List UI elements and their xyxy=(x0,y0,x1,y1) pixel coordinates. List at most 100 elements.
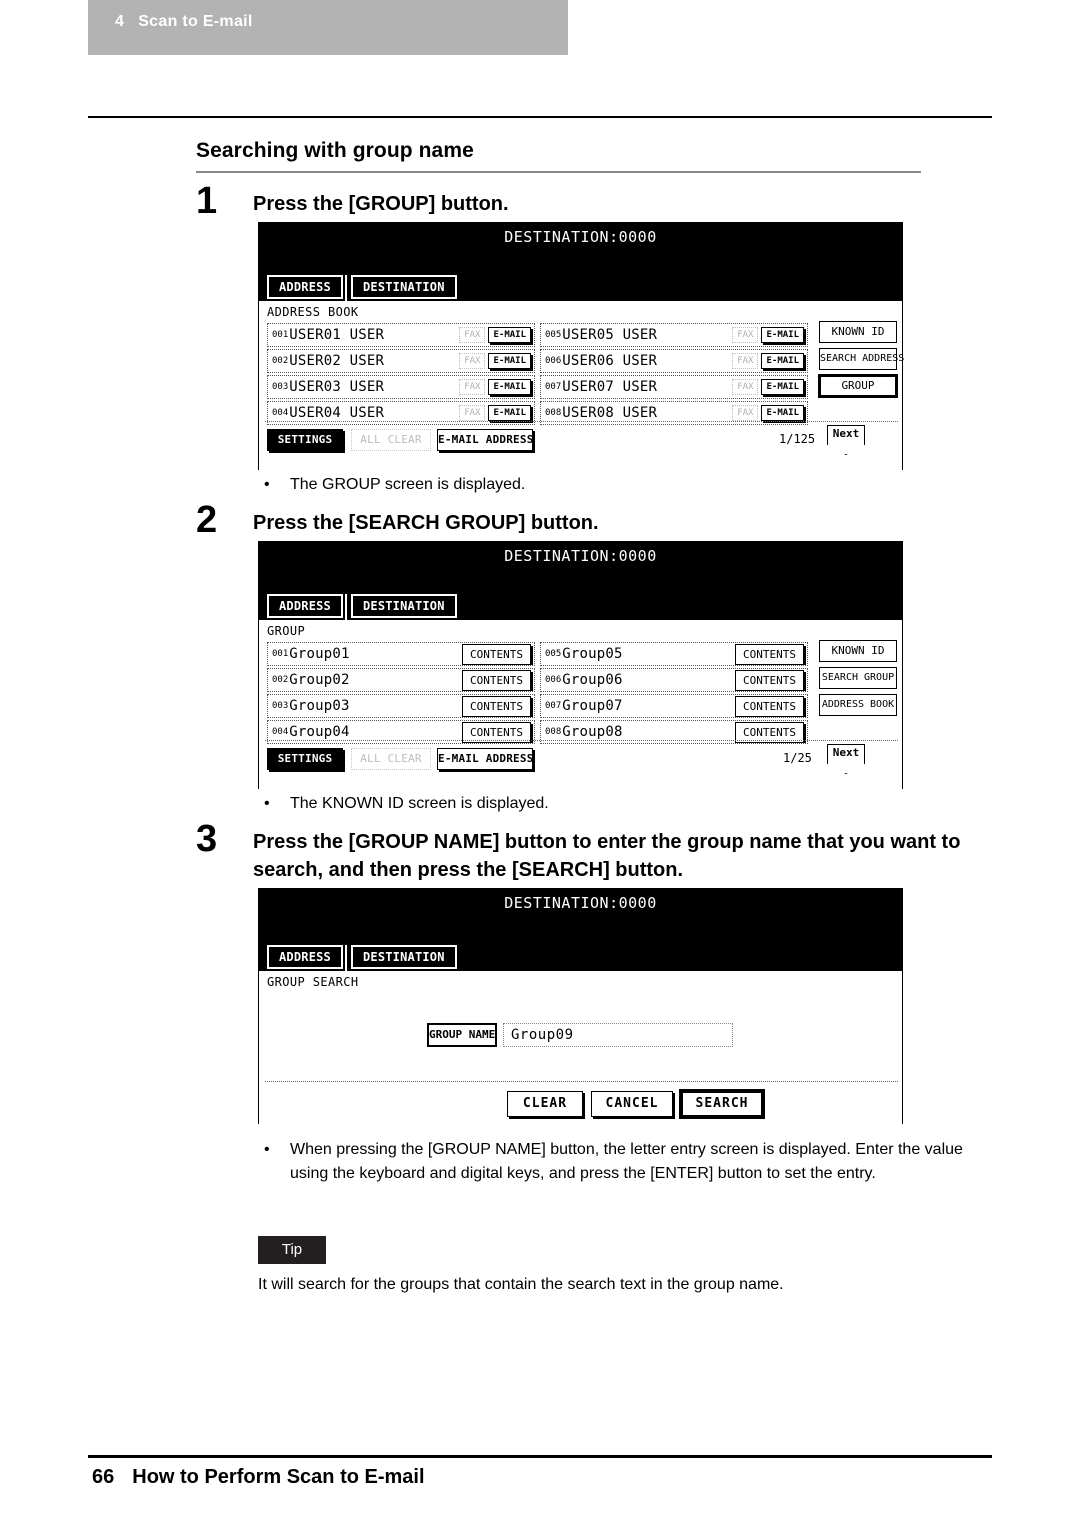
fax-button[interactable]: FAX xyxy=(459,379,486,395)
all-clear-button[interactable]: ALL CLEAR xyxy=(351,429,431,451)
email-button[interactable]: E-MAIL xyxy=(761,327,804,343)
entry-index: 002 xyxy=(272,356,289,366)
tip-text: It will search for the groups that conta… xyxy=(258,1276,784,1293)
next-button[interactable]: Next xyxy=(827,744,865,774)
email-address-button[interactable]: E-MAIL ADDRESS xyxy=(437,748,533,770)
chapter-title: Scan to E-mail xyxy=(138,13,253,30)
note-after-step-3-text: When pressing the [GROUP NAME] button, t… xyxy=(290,1141,963,1182)
table-row[interactable]: 007 Group07 CONTENTS xyxy=(540,694,808,718)
lcd3-destination-label: DESTINATION:0000 xyxy=(504,894,657,912)
contents-button[interactable]: CONTENTS xyxy=(462,643,531,665)
section-title: Searching with group name xyxy=(196,139,474,162)
email-button[interactable]: E-MAIL xyxy=(488,405,531,421)
all-clear-button[interactable]: ALL CLEAR xyxy=(351,748,431,770)
lcd2-body: GROUP 001 Group01 CONTENTS 002 Group02 C… xyxy=(259,620,902,790)
fax-button[interactable]: FAX xyxy=(459,327,486,343)
lcd1-destination-label: DESTINATION:0000 xyxy=(504,228,657,246)
entry-index: 001 xyxy=(272,330,289,340)
known-id-button[interactable]: KNOWN ID xyxy=(819,640,897,662)
table-row[interactable]: 001 Group01 CONTENTS xyxy=(267,642,535,666)
known-id-button[interactable]: KNOWN ID xyxy=(819,321,897,343)
fax-button[interactable]: FAX xyxy=(732,353,759,369)
note-after-step-1: • The GROUP screen is displayed. xyxy=(264,473,984,497)
header-divider xyxy=(88,116,992,118)
footer-divider xyxy=(88,1455,992,1458)
fax-button[interactable]: FAX xyxy=(732,327,759,343)
contents-button[interactable]: CONTENTS xyxy=(735,695,804,717)
table-row[interactable]: 002 USER02 USER FAX E-MAIL xyxy=(267,349,535,373)
lcd1-body: ADDRESS BOOK 001 USER01 USER FAX E-MAIL … xyxy=(259,301,904,471)
contents-button[interactable]: CONTENTS xyxy=(462,695,531,717)
lcd3-body: GROUP SEARCH GROUP NAME Group09 CLEAR CA… xyxy=(259,971,902,1125)
group-name-button[interactable]: GROUP NAME xyxy=(427,1023,497,1047)
lcd1-tab-row: ADDRESS DESTINATION xyxy=(267,275,457,299)
lcd-screen-group: DESTINATION:0000 ADDRESS DESTINATION GRO… xyxy=(258,541,903,790)
table-row[interactable]: 007 USER07 USER FAX E-MAIL xyxy=(540,375,808,399)
table-row[interactable]: 002 Group02 CONTENTS xyxy=(267,668,535,692)
fax-button[interactable]: FAX xyxy=(459,405,486,421)
table-row[interactable]: 005 USER05 USER FAX E-MAIL xyxy=(540,323,808,347)
table-row[interactable]: 001 USER01 USER FAX E-MAIL xyxy=(267,323,535,347)
email-address-button[interactable]: E-MAIL ADDRESS xyxy=(437,429,533,451)
table-row[interactable]: 006 Group06 CONTENTS xyxy=(540,668,808,692)
lcd3-titlebar: DESTINATION:0000 ADDRESS DESTINATION xyxy=(259,889,902,971)
lcd3-tab-destination[interactable]: DESTINATION xyxy=(350,945,457,969)
note-after-step-2: • The KNOWN ID screen is displayed. xyxy=(264,792,984,816)
step-1: 1 Press the [GROUP] button. xyxy=(196,182,996,220)
address-book-button[interactable]: ADDRESS BOOK xyxy=(819,694,897,716)
settings-button[interactable]: SETTINGS xyxy=(267,429,343,451)
email-button[interactable]: E-MAIL xyxy=(761,353,804,369)
entry-index: 007 xyxy=(545,382,562,392)
contents-button[interactable]: CONTENTS xyxy=(462,669,531,691)
email-button[interactable]: E-MAIL xyxy=(488,353,531,369)
step-1-text: Press the [GROUP] button. xyxy=(253,193,509,215)
fax-button[interactable]: FAX xyxy=(732,405,759,421)
lcd2-tab-address[interactable]: ADDRESS xyxy=(267,594,343,618)
lcd2-tab-destination[interactable]: DESTINATION xyxy=(350,594,457,618)
table-row[interactable]: 005 Group05 CONTENTS xyxy=(540,642,808,666)
email-button[interactable]: E-MAIL xyxy=(488,379,531,395)
email-button[interactable]: E-MAIL xyxy=(761,405,804,421)
bullet-dot-icon: • xyxy=(264,795,270,812)
clear-button[interactable]: CLEAR xyxy=(507,1091,583,1117)
settings-button[interactable]: SETTINGS xyxy=(267,748,343,770)
contents-button[interactable]: CONTENTS xyxy=(735,643,804,665)
lcd3-tab-address[interactable]: ADDRESS xyxy=(267,945,343,969)
lcd2-bottom-separator xyxy=(265,740,898,741)
step-2-number: 2 xyxy=(196,499,218,541)
lcd-screen-group-search: DESTINATION:0000 ADDRESS DESTINATION GRO… xyxy=(258,888,903,1125)
cancel-button[interactable]: CANCEL xyxy=(591,1091,673,1117)
search-address-button[interactable]: SEARCH ADDRESS xyxy=(819,348,904,370)
page-number: 66 xyxy=(92,1466,115,1488)
lcd2-tab-row: ADDRESS DESTINATION xyxy=(267,594,457,618)
table-row[interactable]: 003 Group03 CONTENTS xyxy=(267,694,535,718)
note-after-step-3: • When pressing the [GROUP NAME] button,… xyxy=(264,1138,984,1186)
entry-index: 008 xyxy=(545,727,562,737)
group-name-input[interactable]: Group09 xyxy=(503,1023,733,1047)
fax-button[interactable]: FAX xyxy=(459,353,486,369)
search-button[interactable]: SEARCH xyxy=(681,1091,763,1117)
running-header-text: 4 Scan to E-mail xyxy=(115,13,253,31)
email-button[interactable]: E-MAIL xyxy=(761,379,804,395)
search-group-button[interactable]: SEARCH GROUP xyxy=(819,667,897,689)
lcd2-titlebar: DESTINATION:0000 ADDRESS DESTINATION xyxy=(259,542,902,620)
lcd1-titlebar: DESTINATION:0000 ADDRESS DESTINATION xyxy=(259,223,902,301)
group-button[interactable]: GROUP xyxy=(819,375,897,397)
entry-name: USER07 USER xyxy=(562,379,658,395)
entry-index: 004 xyxy=(272,408,289,418)
email-button[interactable]: E-MAIL xyxy=(488,327,531,343)
next-button-label: Next xyxy=(832,746,860,759)
next-button[interactable]: Next xyxy=(827,425,865,455)
chapter-number: 4 xyxy=(115,13,125,30)
lcd1-tab-address[interactable]: ADDRESS xyxy=(267,275,343,299)
step-2-text: Press the [SEARCH GROUP] button. xyxy=(253,512,599,534)
table-row[interactable]: 006 USER06 USER FAX E-MAIL xyxy=(540,349,808,373)
bullet-dot-icon: • xyxy=(264,476,270,493)
lcd3-caption: GROUP SEARCH xyxy=(267,975,359,989)
contents-button[interactable]: CONTENTS xyxy=(735,669,804,691)
page-indicator: 1/125 xyxy=(779,432,816,446)
lcd1-tab-destination[interactable]: DESTINATION xyxy=(350,275,457,299)
table-row[interactable]: 003 USER03 USER FAX E-MAIL xyxy=(267,375,535,399)
fax-button[interactable]: FAX xyxy=(732,379,759,395)
step-3-number: 3 xyxy=(196,818,218,860)
